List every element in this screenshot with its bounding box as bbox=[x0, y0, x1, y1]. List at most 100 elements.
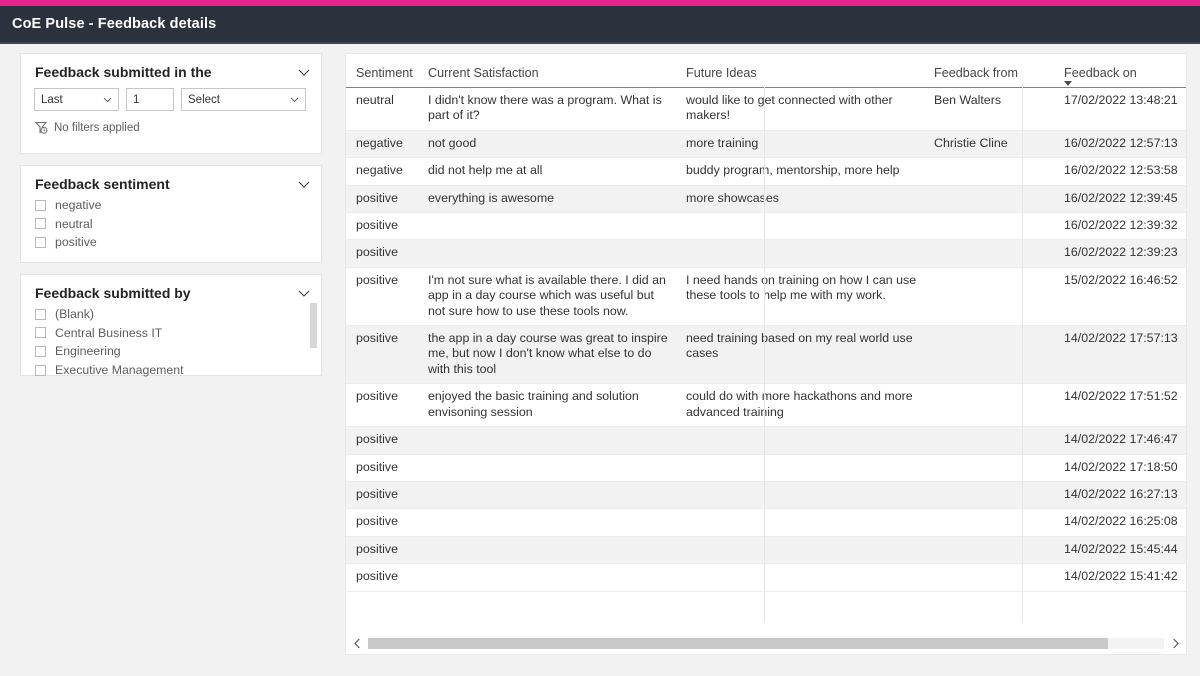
column-header-feedback-on[interactable]: Feedback on bbox=[1054, 54, 1186, 88]
cell-on: 16/02/2022 12:39:32 bbox=[1054, 212, 1186, 241]
date-unit-dropdown[interactable]: Select bbox=[181, 88, 306, 111]
date-relation-dropdown[interactable]: Last bbox=[34, 88, 119, 111]
cell-future bbox=[676, 454, 924, 482]
cell-current bbox=[418, 563, 676, 592]
cell-sentiment: positive bbox=[346, 267, 418, 327]
checkbox-icon[interactable] bbox=[35, 364, 46, 376]
cell-on: 14/02/2022 15:41:42 bbox=[1054, 563, 1186, 592]
scrollbar-thumb[interactable] bbox=[310, 303, 317, 348]
filter-card-title: Feedback submitted in the bbox=[35, 64, 212, 80]
cell-current: I didn't know there was a program. What … bbox=[418, 87, 676, 131]
checkbox-icon[interactable] bbox=[35, 236, 46, 248]
cell-future: I need hands on training on how I can us… bbox=[676, 267, 924, 327]
cell-future bbox=[676, 212, 924, 241]
checkbox-icon[interactable] bbox=[35, 218, 46, 230]
column-header-future-ideas[interactable]: Future Ideas bbox=[676, 54, 924, 88]
cell-sentiment: positive bbox=[346, 383, 418, 428]
checkbox-icon[interactable] bbox=[35, 327, 46, 339]
table-row[interactable]: positive enjoyed the basic training and s… bbox=[346, 383, 1186, 428]
table-row[interactable]: positive 16/02/2022 12:39:23 bbox=[346, 239, 1186, 268]
table-row[interactable]: positive 14/02/2022 15:45:44 bbox=[346, 536, 1186, 565]
cell-on: 14/02/2022 17:18:50 bbox=[1054, 454, 1186, 482]
chevron-left-icon[interactable] bbox=[346, 632, 368, 654]
chevron-down-icon bbox=[290, 95, 299, 104]
checkbox-label: negative bbox=[55, 198, 102, 213]
date-amount-input[interactable]: 1 bbox=[126, 88, 174, 111]
table-row[interactable]: positive 14/02/2022 16:25:08 bbox=[346, 508, 1186, 537]
cell-from bbox=[924, 536, 1054, 565]
scrollbar-track[interactable] bbox=[368, 637, 1164, 649]
chevron-right-icon[interactable] bbox=[1164, 632, 1186, 654]
checkbox-icon[interactable] bbox=[35, 308, 46, 320]
cell-on: 16/02/2022 12:39:45 bbox=[1054, 185, 1186, 214]
cell-from bbox=[924, 267, 1054, 327]
filter-card-title: Feedback sentiment bbox=[35, 176, 170, 192]
date-unit-value: Select bbox=[188, 93, 220, 106]
checkbox-item[interactable]: Executive Management bbox=[35, 361, 321, 380]
feedback-details-table-visual: Sentiment Current Satisfaction Future Id… bbox=[345, 53, 1187, 655]
filter-card-title: Feedback submitted by bbox=[35, 285, 191, 301]
cell-from bbox=[924, 481, 1054, 510]
cell-current: the app in a day course was great to ins… bbox=[418, 325, 676, 385]
filter-card-header: Feedback submitted in the bbox=[21, 54, 321, 81]
table-row[interactable]: positive I'm not sure what is available t… bbox=[346, 267, 1186, 327]
column-header-label: Current Satisfaction bbox=[428, 66, 539, 80]
table-row[interactable]: positive the app in a day course was grea… bbox=[346, 325, 1186, 385]
table-horizontal-scrollbar[interactable] bbox=[346, 632, 1186, 654]
scrollbar-thumb[interactable] bbox=[368, 637, 1109, 649]
filter-clock-icon bbox=[35, 121, 48, 134]
cell-current: everything is awesome bbox=[418, 185, 676, 214]
cell-sentiment: positive bbox=[346, 239, 418, 268]
cell-on: 16/02/2022 12:53:58 bbox=[1054, 157, 1186, 186]
column-header-label: Feedback on bbox=[1064, 66, 1137, 80]
cell-sentiment: positive bbox=[346, 508, 418, 537]
table-row[interactable]: positive 14/02/2022 17:46:47 bbox=[346, 426, 1186, 455]
checkbox-label: Executive Management bbox=[55, 363, 184, 378]
cell-future bbox=[676, 481, 924, 510]
cell-current: enjoyed the basic training and solution … bbox=[418, 383, 676, 428]
chevron-down-icon bbox=[103, 95, 112, 104]
chevron-down-icon[interactable] bbox=[297, 177, 311, 191]
date-amount-value: 1 bbox=[133, 93, 140, 106]
checkbox-item[interactable]: negative bbox=[35, 196, 321, 215]
report-page: CoE Pulse - Feedback details Feedback su… bbox=[0, 0, 1200, 676]
table-row[interactable]: positive everything is awesome more showca… bbox=[346, 185, 1186, 214]
table-row[interactable]: negative not good more training Christie Cl… bbox=[346, 130, 1186, 159]
column-header-label: Sentiment bbox=[356, 66, 413, 80]
filter-card-header: Feedback sentiment bbox=[21, 166, 321, 193]
table-row[interactable]: positive 14/02/2022 17:18:50 bbox=[346, 454, 1186, 482]
cell-future: buddy program, mentorship, more help bbox=[676, 157, 924, 186]
checkbox-icon[interactable] bbox=[35, 199, 46, 211]
checkbox-item[interactable]: neutral bbox=[35, 215, 321, 234]
cell-sentiment: positive bbox=[346, 185, 418, 214]
cell-sentiment: positive bbox=[346, 563, 418, 592]
sort-descending-icon bbox=[1064, 81, 1072, 86]
checkbox-item[interactable]: Engineering bbox=[35, 342, 321, 361]
chevron-down-icon[interactable] bbox=[297, 65, 311, 79]
checkbox-item[interactable]: (Blank) bbox=[35, 305, 321, 324]
filter-card-header: Feedback submitted by bbox=[21, 275, 321, 302]
table-row[interactable]: positive 14/02/2022 16:27:13 bbox=[346, 481, 1186, 510]
cell-current bbox=[418, 212, 676, 241]
table-row[interactable]: positive 14/02/2022 15:41:42 bbox=[346, 563, 1186, 592]
column-header-current-satisfaction[interactable]: Current Satisfaction bbox=[418, 54, 676, 88]
cell-future: could do with more hackathons and more a… bbox=[676, 383, 924, 428]
cell-future bbox=[676, 536, 924, 565]
chevron-down-icon[interactable] bbox=[297, 286, 311, 300]
cell-current: did not help me at all bbox=[418, 157, 676, 186]
column-header-sentiment[interactable]: Sentiment bbox=[346, 54, 418, 88]
cell-sentiment: negative bbox=[346, 130, 418, 159]
table-row[interactable]: negative did not help me at all buddy prog… bbox=[346, 157, 1186, 186]
checkbox-item[interactable]: Central Business IT bbox=[35, 324, 321, 343]
column-header-label: Future Ideas bbox=[686, 66, 757, 80]
table-row[interactable]: positive 16/02/2022 12:39:32 bbox=[346, 212, 1186, 241]
cell-sentiment: positive bbox=[346, 426, 418, 455]
checkbox-label: (Blank) bbox=[55, 307, 94, 322]
table-row[interactable]: neutral I didn't know there was a program… bbox=[346, 87, 1186, 131]
column-header-feedback-from[interactable]: Feedback from bbox=[924, 54, 1054, 88]
cell-current bbox=[418, 239, 676, 268]
cell-from bbox=[924, 426, 1054, 455]
filter-list-scrollbar[interactable] bbox=[310, 303, 317, 369]
checkbox-item[interactable]: positive bbox=[35, 233, 321, 252]
checkbox-icon[interactable] bbox=[35, 345, 46, 357]
